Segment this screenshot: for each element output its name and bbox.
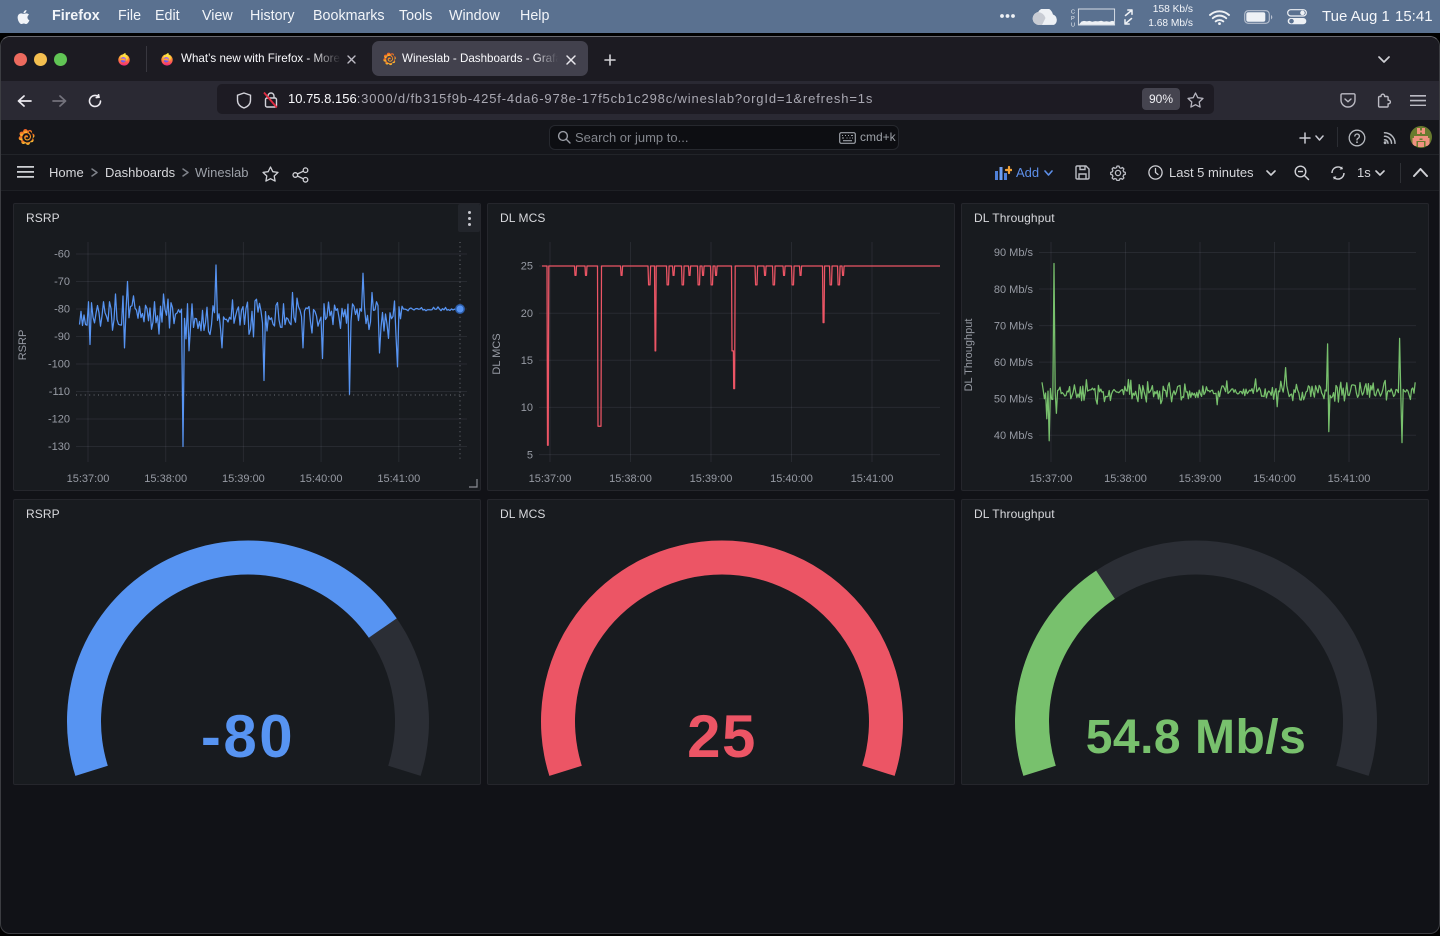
svg-text:-130: -130 xyxy=(48,441,70,453)
svg-text:U: U xyxy=(1071,23,1075,28)
svg-text:15:38:00: 15:38:00 xyxy=(1104,473,1147,485)
svg-text:-100: -100 xyxy=(48,359,70,371)
svg-text:15:37:00: 15:37:00 xyxy=(529,473,572,485)
svg-text:-90: -90 xyxy=(54,331,70,343)
svg-text:-110: -110 xyxy=(49,386,70,398)
svg-text:5: 5 xyxy=(527,449,533,461)
svg-text:60 Mb/s: 60 Mb/s xyxy=(994,357,1034,369)
svg-text:-60: -60 xyxy=(54,249,70,261)
svg-text:50 Mb/s: 50 Mb/s xyxy=(994,393,1034,405)
svg-text:DL Throughput: DL Throughput xyxy=(963,319,975,392)
svg-text:40 Mb/s: 40 Mb/s xyxy=(994,430,1034,442)
svg-text:-70: -70 xyxy=(54,276,70,288)
svg-text:-120: -120 xyxy=(48,414,70,426)
svg-text:DL MCS: DL MCS xyxy=(491,333,503,374)
svg-text:15:39:00: 15:39:00 xyxy=(1179,473,1222,485)
svg-text:15:41:00: 15:41:00 xyxy=(851,473,894,485)
svg-text:25: 25 xyxy=(687,703,757,770)
svg-text:15:40:00: 15:40:00 xyxy=(300,473,343,485)
svg-text:15:39:00: 15:39:00 xyxy=(222,473,265,485)
svg-text:15:41:00: 15:41:00 xyxy=(377,473,420,485)
svg-text:25: 25 xyxy=(521,261,533,273)
svg-text:10: 10 xyxy=(521,402,533,414)
svg-text:54.8 Mb/s: 54.8 Mb/s xyxy=(1086,711,1307,764)
svg-text:15:40:00: 15:40:00 xyxy=(1253,473,1296,485)
svg-text:-80: -80 xyxy=(54,304,70,316)
svg-text:15:39:00: 15:39:00 xyxy=(690,473,733,485)
svg-text:20: 20 xyxy=(521,308,533,320)
svg-text:70 Mb/s: 70 Mb/s xyxy=(994,320,1034,332)
svg-text:15:40:00: 15:40:00 xyxy=(770,473,813,485)
svg-text:90 Mb/s: 90 Mb/s xyxy=(994,247,1034,259)
svg-text:15:37:00: 15:37:00 xyxy=(67,473,110,485)
svg-text:15:38:00: 15:38:00 xyxy=(609,473,652,485)
svg-text:RSRP: RSRP xyxy=(17,330,29,361)
svg-text:C: C xyxy=(1071,10,1075,16)
svg-text:-80: -80 xyxy=(201,703,295,770)
svg-text:15:37:00: 15:37:00 xyxy=(1030,473,1073,485)
svg-text:80 Mb/s: 80 Mb/s xyxy=(994,284,1034,296)
svg-text:P: P xyxy=(1071,16,1075,22)
svg-text:15:38:00: 15:38:00 xyxy=(144,473,187,485)
svg-text:15: 15 xyxy=(521,355,533,367)
svg-text:15:41:00: 15:41:00 xyxy=(1328,473,1371,485)
